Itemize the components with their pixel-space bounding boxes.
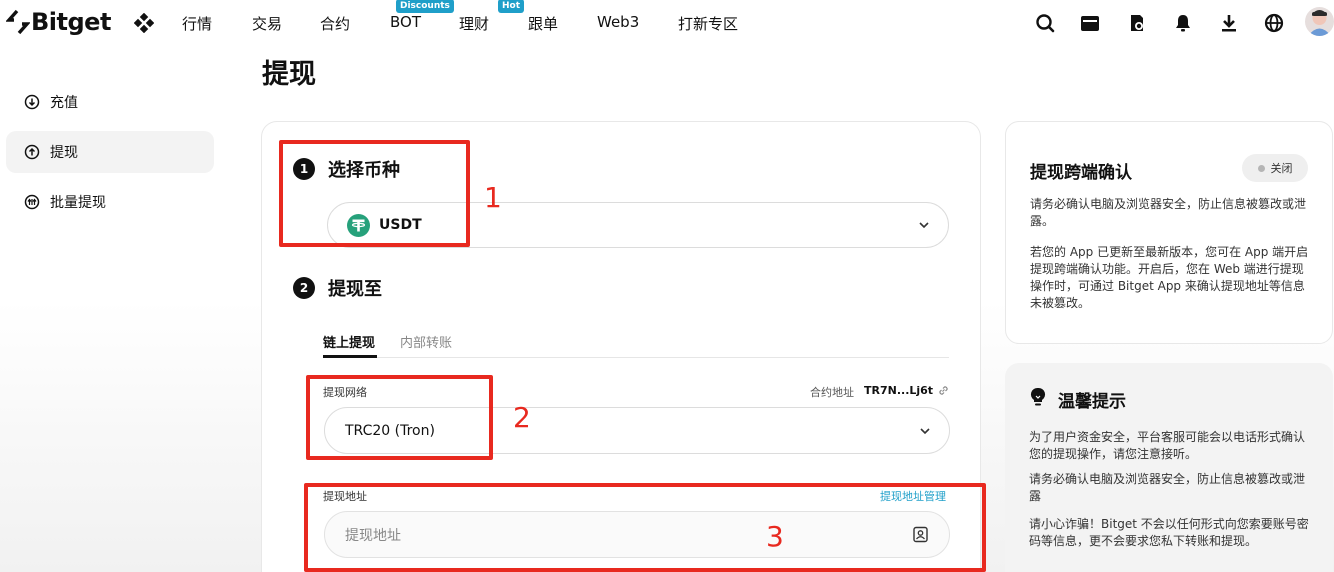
nav-item-markets[interactable]: 行情 (182, 13, 212, 34)
cross-confirm-text-1: 请务必确认电脑及浏览器安全，防止信息被篡改或泄露。 (1030, 197, 1307, 228)
step-withdraw-to: 2 提现至 (293, 275, 382, 301)
annotation-box-network (306, 375, 493, 460)
nav-item-trade[interactable]: 交易 (252, 13, 282, 34)
deposit-icon (24, 94, 40, 110)
annotation-number: 3 (766, 520, 784, 553)
wallet-icon[interactable] (1079, 12, 1101, 34)
tips-panel: 温馨提示 为了用户资金安全，平台客服可能会以电话形式确认您的提现操作，请您注意接… (1005, 363, 1333, 572)
cross-confirm-toggle[interactable]: 关闭 (1242, 154, 1308, 182)
annotation-box-address (304, 483, 986, 572)
sidebar-item-label: 提现 (50, 145, 78, 161)
sidebar-item-batch-withdraw[interactable]: 批量提现 (6, 181, 214, 223)
bell-icon[interactable] (1172, 12, 1194, 34)
top-nav: Bitget 行情 交易 合约 BOT Discounts 理财 Hot 跟单 … (0, 0, 1334, 46)
avatar-icon (1308, 10, 1331, 36)
annotation-number: 1 (484, 181, 502, 214)
nav-item-web3[interactable]: Web3 (597, 13, 639, 31)
annotation-number: 2 (513, 401, 531, 434)
cross-confirm-panel: 提现跨端确认 关闭 请务必确认电脑及浏览器安全，防止信息被篡改或泄露。 若您的 … (1005, 121, 1333, 344)
contract-address-label: 合约地址 (810, 386, 854, 399)
tab-onchain-withdraw[interactable]: 链上提现 (323, 332, 375, 351)
nav-item-futures[interactable]: 合约 (320, 13, 350, 34)
toggle-status-dot (1257, 164, 1265, 172)
annotation-box-coin (279, 140, 470, 247)
step-title: 提现至 (328, 279, 382, 300)
step-number: 2 (293, 277, 315, 299)
active-tab-indicator (323, 355, 377, 358)
cross-confirm-text-2: 若您的 App 已更新至最新版本，您可在 App 端开启提现跨端确认功能。开启后… (1030, 245, 1309, 310)
batch-withdraw-icon (24, 194, 40, 210)
sidebar-item-label: 批量提现 (50, 195, 106, 211)
bitget-logo[interactable]: Bitget (6, 8, 111, 36)
tab-internal-transfer[interactable]: 内部转账 (400, 332, 452, 351)
tips-text-2: 请务必确认电脑及浏览器安全，防止信息被篡改或泄露 (1029, 472, 1306, 503)
tips-text-1: 为了用户资金安全，平台客服可能会以电话形式确认您的提现操作，请您注意接听。 (1029, 430, 1306, 461)
download-icon[interactable] (1218, 12, 1240, 34)
cross-confirm-title: 提现跨端确认 (1030, 163, 1132, 183)
chevron-down-icon (920, 427, 930, 434)
tabs-divider (323, 357, 949, 358)
search-icon[interactable] (1034, 12, 1056, 34)
discounts-badge: Discounts (396, 0, 454, 13)
hot-badge: Hot (498, 0, 525, 13)
tips-text-3: 请小心诈骗！Bitget 不会以任何形式向您索要账号密码等信息，更不会要求您私下… (1029, 517, 1309, 548)
page-title: 提现 (262, 59, 316, 90)
apps-grid-icon[interactable] (134, 13, 154, 33)
toggle-label: 关闭 (1270, 162, 1293, 175)
globe-icon[interactable] (1263, 12, 1285, 34)
chevron-down-icon (919, 222, 929, 229)
sidebar-item-label: 充值 (50, 95, 78, 111)
contract-address-value[interactable]: TR7N...Lj6t (864, 384, 933, 397)
sidebar-item-deposit[interactable]: 充值 (6, 81, 214, 123)
sidebar-item-withdraw[interactable]: 提现 (6, 131, 214, 173)
nav-item-bot[interactable]: BOT (390, 13, 421, 31)
withdraw-icon (24, 144, 40, 160)
nav-item-launchpad[interactable]: 打新专区 (678, 13, 738, 34)
orders-icon[interactable] (1126, 12, 1148, 34)
link-icon[interactable] (938, 385, 949, 396)
nav-item-copy-trade[interactable]: 跟单 (528, 13, 558, 34)
logo-text: Bitget (31, 8, 111, 36)
bitget-logo-icon (6, 9, 30, 35)
lightbulb-icon (1030, 387, 1046, 406)
tips-title: 温馨提示 (1058, 392, 1126, 412)
avatar[interactable] (1305, 7, 1334, 36)
nav-item-earn[interactable]: 理财 (459, 13, 489, 34)
